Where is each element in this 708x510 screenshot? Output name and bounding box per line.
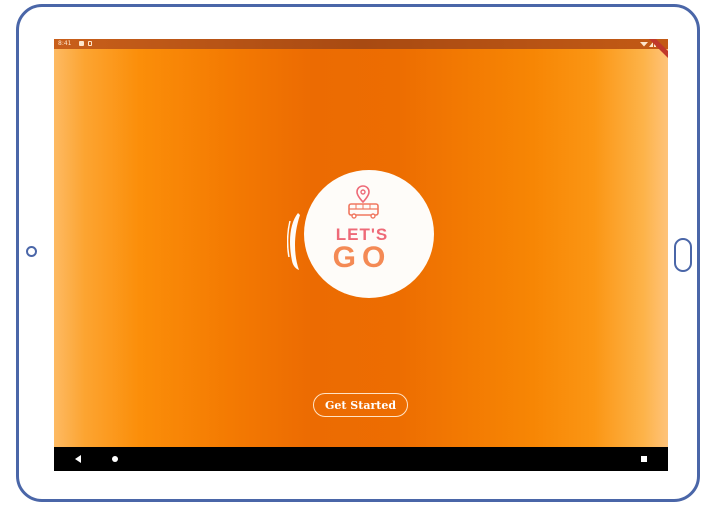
sd-card-icon — [88, 41, 92, 46]
back-icon[interactable] — [75, 455, 81, 463]
page: 8:41 LET'S GO Get Started — [0, 0, 708, 510]
status-time: 8:41 — [58, 40, 72, 47]
hardware-home-button[interactable] — [674, 238, 692, 272]
logo-text-go: GO — [332, 241, 392, 274]
recents-icon[interactable] — [641, 456, 647, 462]
camera-icon — [26, 246, 37, 257]
wifi-icon — [640, 42, 648, 47]
debug-banner — [648, 39, 668, 60]
app-screen: 8:41 LET'S GO Get Started — [54, 39, 668, 471]
get-started-button[interactable]: Get Started — [313, 393, 408, 417]
home-icon[interactable] — [112, 456, 118, 462]
bus-icon — [348, 203, 379, 219]
image-notification-icon — [79, 41, 84, 46]
brush-stroke-icon — [287, 213, 300, 270]
navigation-bar — [54, 447, 668, 471]
status-bar: 8:41 — [54, 39, 668, 60]
location-pin-icon — [356, 185, 370, 204]
logo-icon-group — [348, 185, 379, 219]
